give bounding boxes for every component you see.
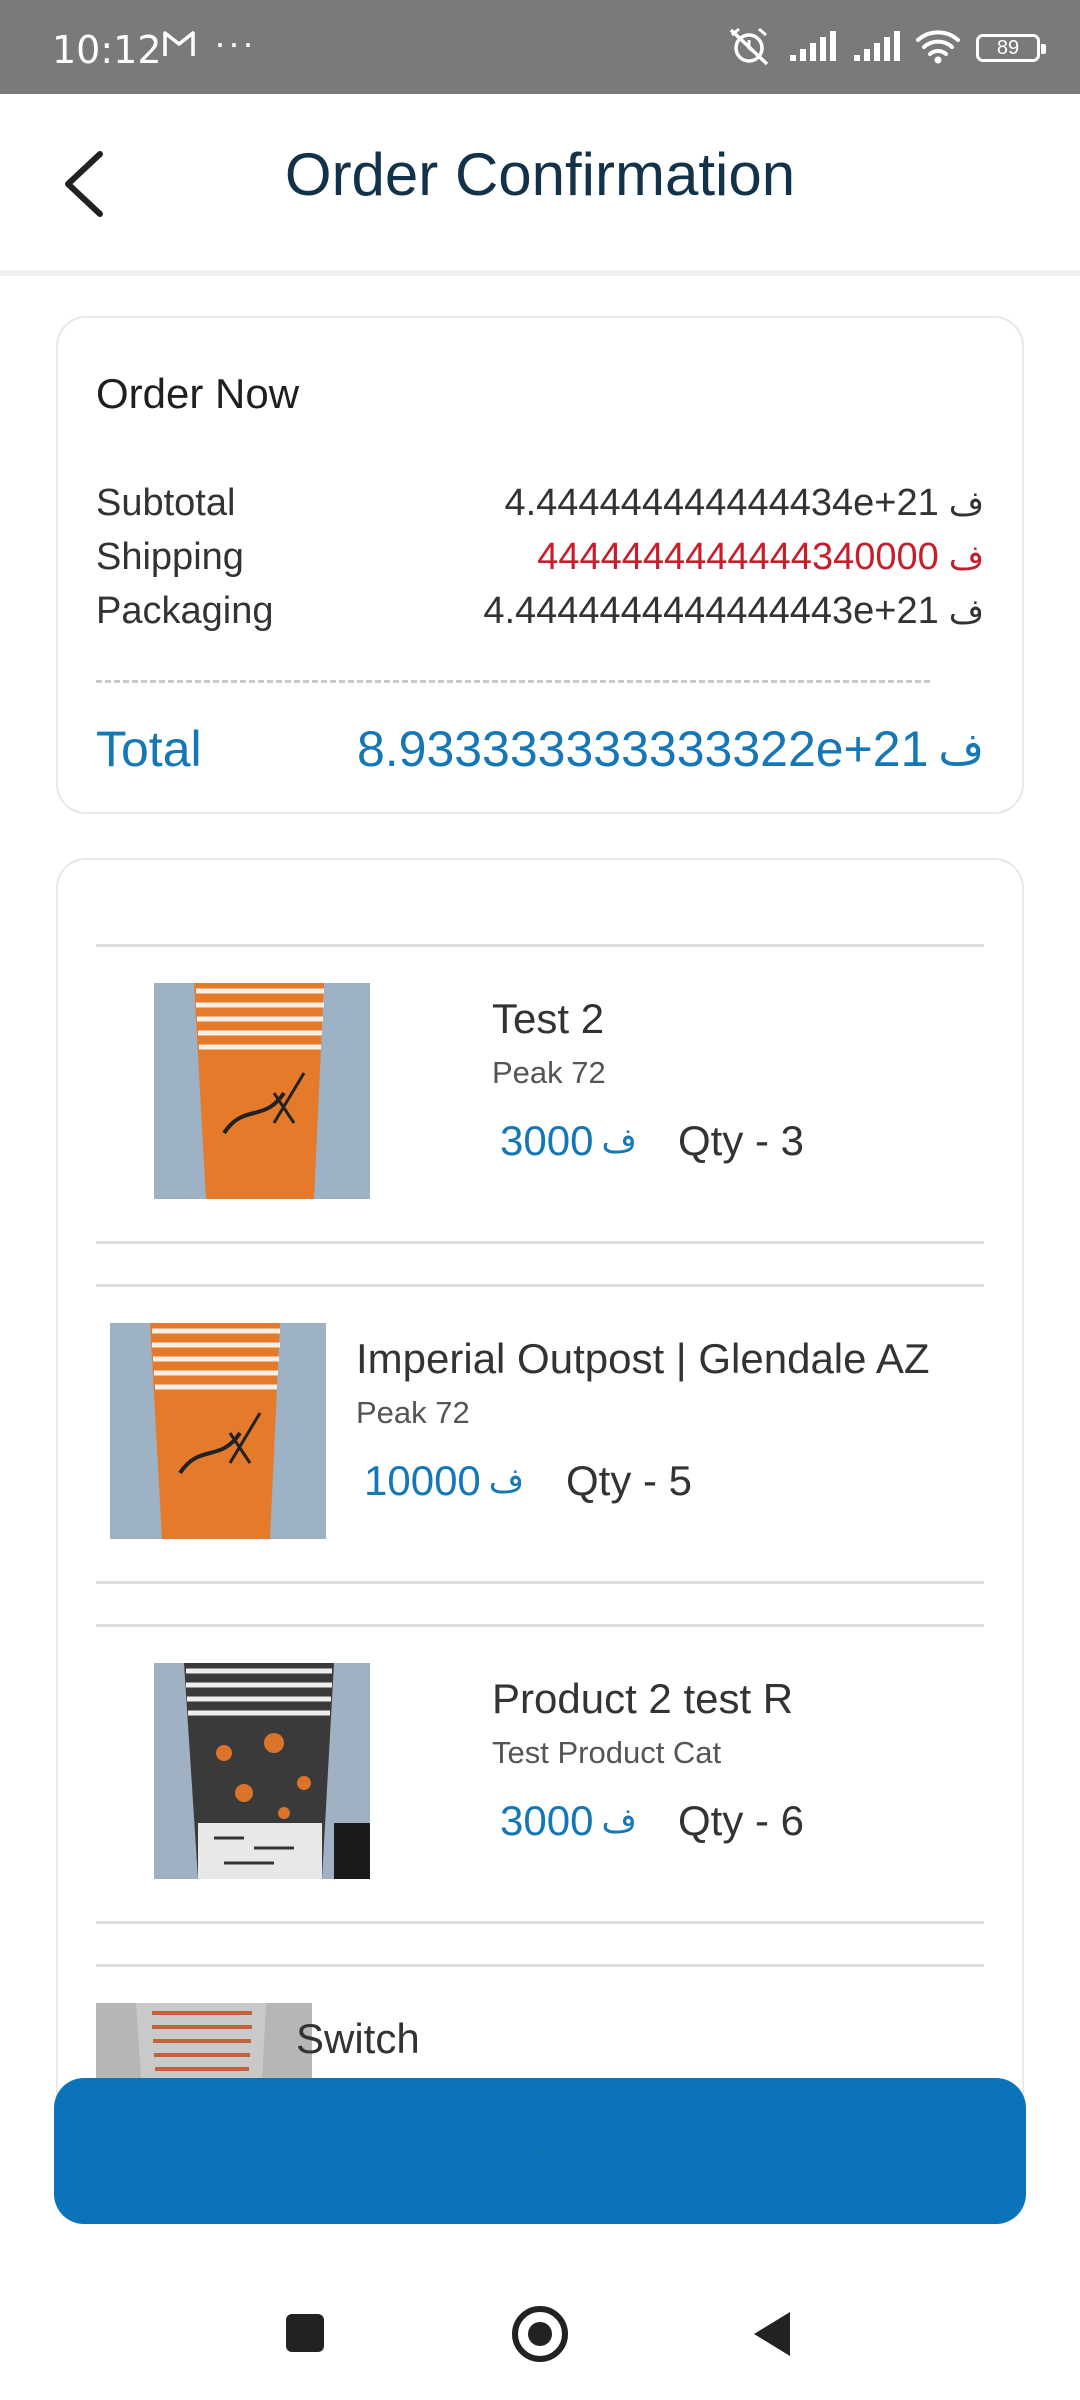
currency-symbol: ف bbox=[948, 537, 984, 578]
product-image bbox=[154, 1663, 370, 1879]
loading-indicator: · bbox=[536, 2139, 544, 2162]
product-price: 10000 ف bbox=[364, 1457, 524, 1505]
shipping-label: Shipping bbox=[96, 536, 244, 578]
subtotal-value-wrap: 4.444444444444434e+21 ف bbox=[504, 482, 984, 525]
subtotal-value: 4.444444444444434e+21 bbox=[504, 482, 939, 524]
gmail-icon bbox=[162, 26, 196, 68]
packaging-row: Packaging 4.4444444444444443e+21 ف bbox=[96, 586, 984, 640]
wifi-icon bbox=[916, 28, 960, 69]
subtotal-row: Subtotal 4.444444444444434e+21 ف bbox=[96, 478, 984, 532]
nav-back-icon[interactable] bbox=[754, 2312, 790, 2356]
shipping-row: Shipping 4444444444444340000 ف bbox=[96, 532, 984, 586]
alarm-off-icon bbox=[726, 26, 772, 71]
home-icon[interactable] bbox=[512, 2306, 568, 2362]
recents-icon[interactable] bbox=[286, 2314, 324, 2352]
packaging-value: 4.4444444444444443e+21 bbox=[483, 590, 939, 632]
currency-symbol: ف bbox=[948, 483, 984, 524]
battery-icon: 89 bbox=[976, 34, 1046, 62]
list-item[interactable]: Product 2 test R Test Product Cat 3000 ف… bbox=[96, 1624, 984, 1924]
signal-icon-1 bbox=[788, 29, 836, 68]
packaging-label: Packaging bbox=[96, 590, 274, 632]
product-image bbox=[154, 983, 370, 1199]
signal-icon-2 bbox=[852, 29, 900, 68]
confirm-order-button[interactable]: · bbox=[54, 2078, 1026, 2224]
list-item[interactable]: Test 2 Peak 72 3000 ف Qty - 3 bbox=[96, 944, 984, 1244]
product-qty: Qty - 6 bbox=[678, 1797, 805, 1844]
shipping-value-wrap: 4444444444444340000 ف bbox=[537, 536, 984, 579]
product-category: Peak 72 bbox=[356, 1395, 470, 1430]
status-bar: 10:12 ··· 89 bbox=[0, 0, 1080, 94]
product-category: Peak 72 bbox=[492, 1055, 606, 1090]
system-nav-bar bbox=[0, 2252, 1080, 2400]
product-price: 3000 ف bbox=[500, 1797, 637, 1845]
shipping-value: 4444444444444340000 bbox=[537, 536, 939, 578]
currency-symbol: ف bbox=[488, 1461, 525, 1501]
currency-symbol: ف bbox=[948, 591, 984, 632]
order-items-card: Test 2 Peak 72 3000 ف Qty - 3 Imperial O… bbox=[56, 858, 1024, 2098]
currency-symbol: ف bbox=[938, 723, 984, 775]
total-value-wrap: 8.933333333333322e+21 ف bbox=[357, 720, 984, 778]
total-label: Total bbox=[96, 721, 202, 777]
product-name: Switch bbox=[296, 2015, 420, 2062]
price-value: 10000 bbox=[364, 1457, 481, 1504]
summary-divider bbox=[96, 680, 930, 683]
packaging-value-wrap: 4.4444444444444443e+21 ف bbox=[483, 590, 984, 633]
more-notifications-icon: ··· bbox=[214, 22, 256, 63]
product-qty: Qty - 5 bbox=[566, 1457, 693, 1504]
list-item[interactable]: Imperial Outpost | Glendale AZ Peak 72 1… bbox=[96, 1284, 984, 1584]
subtotal-label: Subtotal bbox=[96, 482, 236, 524]
total-value: 8.933333333333322e+21 bbox=[356, 721, 929, 777]
product-image bbox=[110, 1323, 326, 1539]
price-value: 3000 bbox=[500, 1797, 594, 1844]
total-row: Total 8.933333333333322e+21 ف bbox=[96, 716, 984, 786]
product-category: Test Product Cat bbox=[492, 1735, 722, 1770]
product-name: Product 2 test R bbox=[492, 1675, 794, 1722]
product-qty: Qty - 3 bbox=[678, 1117, 805, 1164]
currency-symbol: ف bbox=[601, 1801, 637, 1841]
summary-heading: Order Now bbox=[96, 370, 300, 417]
status-time: 10:12 bbox=[52, 28, 162, 72]
currency-symbol: ف bbox=[601, 1121, 637, 1161]
app-header: Order Confirmation bbox=[0, 94, 1080, 276]
page-title: Order Confirmation bbox=[284, 141, 796, 208]
product-name: Test 2 bbox=[492, 995, 605, 1042]
order-summary-card: Order Now Subtotal 4.444444444444434e+21… bbox=[56, 316, 1024, 814]
price-value: 3000 bbox=[500, 1117, 594, 1164]
product-name: Imperial Outpost | Glendale AZ bbox=[356, 1335, 930, 1382]
product-price: 3000 ف bbox=[500, 1117, 637, 1165]
